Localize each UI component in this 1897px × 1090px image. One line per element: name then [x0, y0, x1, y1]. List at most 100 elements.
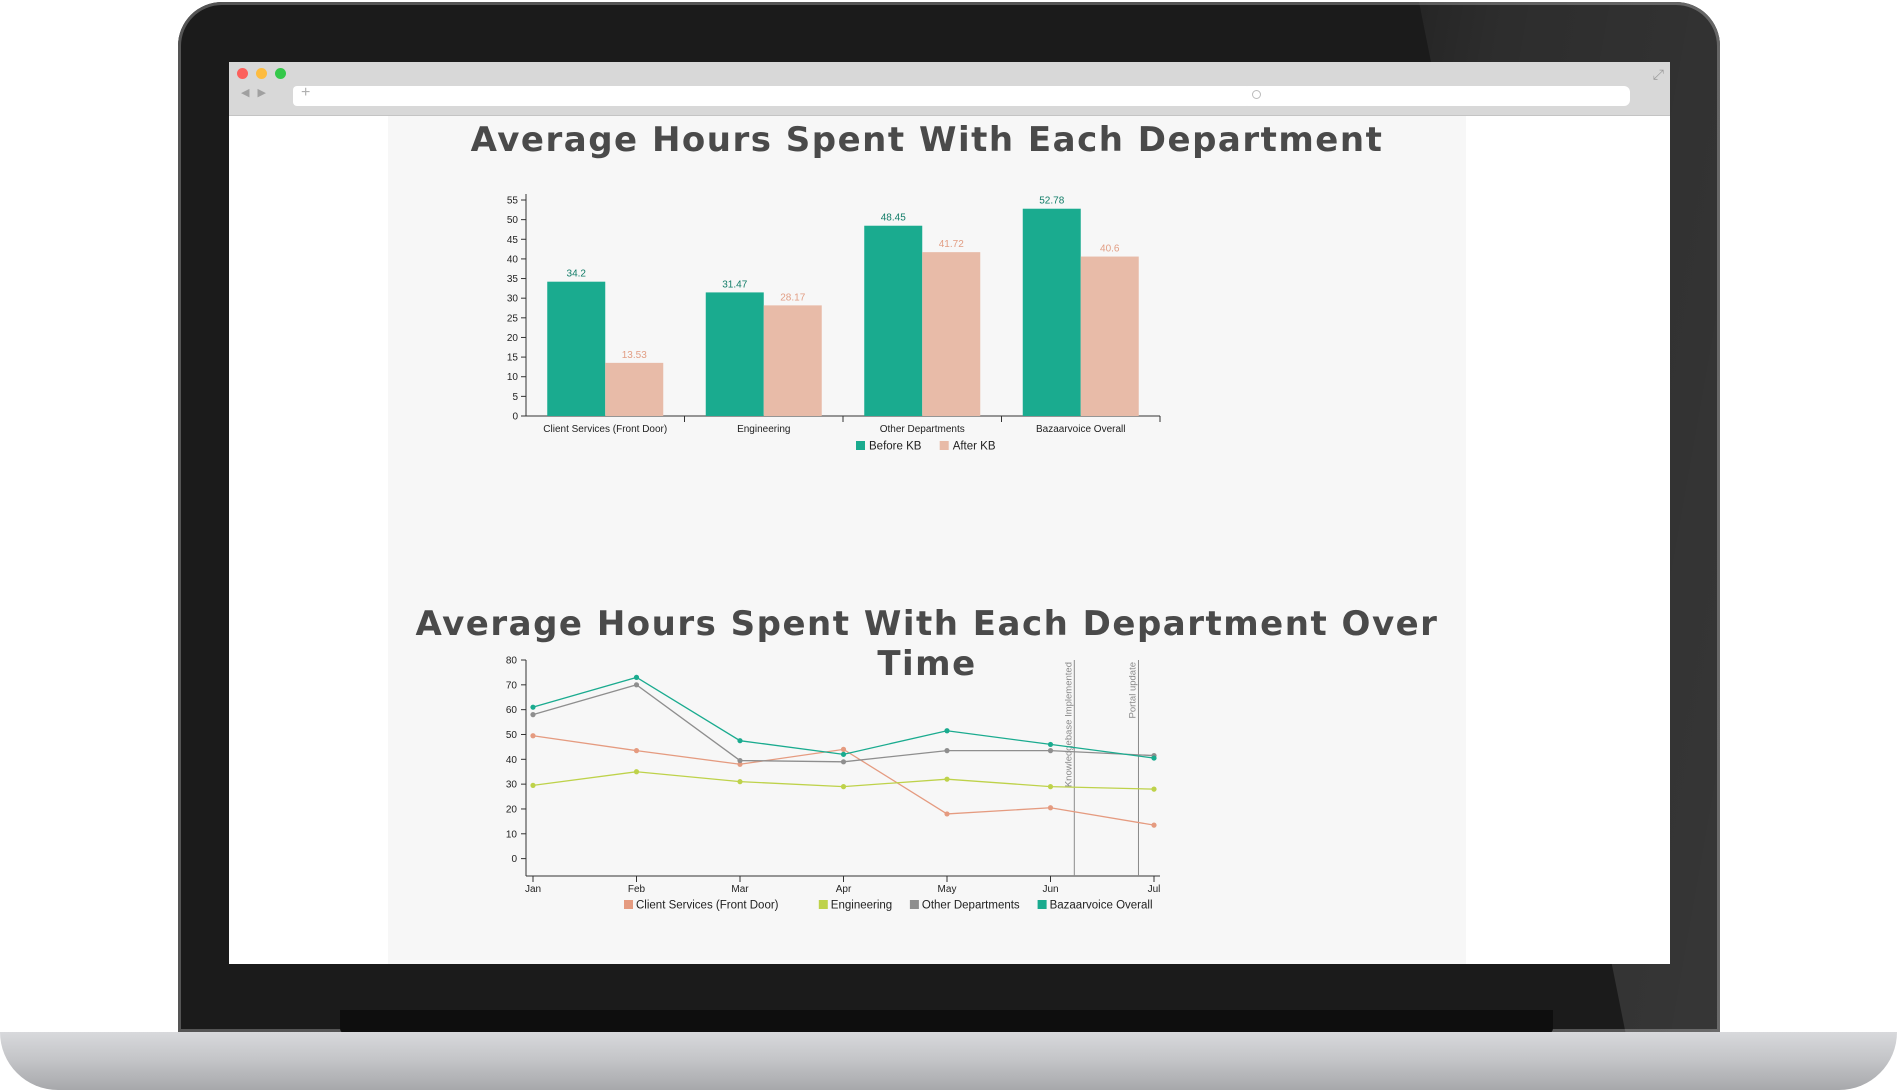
page-content: Average Hours Spent With Each Department…: [388, 116, 1466, 964]
series-line: [532, 676, 1155, 759]
data-point: [530, 733, 536, 739]
legend-swatch: [856, 441, 865, 450]
data-point: [944, 776, 950, 782]
legend-swatch: [909, 900, 919, 909]
bar: [547, 281, 606, 416]
legend-swatch: [939, 441, 949, 450]
y-tick-label: 55: [507, 196, 519, 207]
bar-data-label: 34.2: [567, 269, 587, 280]
data-point: [530, 712, 536, 718]
y-tick-label: 35: [507, 274, 519, 285]
bar: [1022, 208, 1081, 416]
y-tick-label: 80: [506, 656, 518, 667]
legend-label: Bazaarvoice Overall: [1050, 900, 1153, 912]
bar-data-label: 28.17: [780, 292, 805, 303]
data-point: [633, 674, 640, 680]
y-tick-label: 10: [507, 372, 519, 383]
y-tick-label: 70: [506, 680, 518, 691]
bar-data-label: 48.45: [881, 213, 906, 224]
data-point: [840, 746, 847, 752]
legend-label: Before KB: [869, 441, 922, 453]
laptop-hinge: [340, 1010, 1553, 1034]
x-tick-label: Client Services (Front Door): [543, 424, 667, 435]
legend-swatch: [624, 900, 633, 909]
y-tick-label: 40: [507, 254, 519, 265]
browser-search-input[interactable]: [1242, 86, 1630, 106]
x-tick-label: Jul: [1148, 884, 1161, 895]
bar-data-label: 13.53: [622, 350, 647, 361]
y-tick-label: 0: [512, 412, 518, 423]
y-tick-label: 30: [507, 294, 519, 305]
y-tick-label: 40: [506, 755, 518, 766]
y-tick-label: 15: [507, 353, 519, 364]
back-forward-arrows-icon[interactable]: ◀▶: [241, 86, 274, 99]
bar-data-label: 41.72: [939, 239, 964, 250]
x-tick-label: Engineering: [737, 424, 790, 435]
data-point: [1151, 786, 1157, 792]
data-point: [1047, 748, 1054, 754]
fullscreen-icon[interactable]: ⤢: [1653, 66, 1664, 83]
y-tick-label: 30: [506, 780, 518, 791]
bar: [763, 305, 822, 416]
y-tick-label: 20: [507, 333, 519, 344]
minimize-window-button[interactable]: [256, 68, 267, 79]
x-tick-label: Apr: [836, 884, 852, 895]
x-tick-label: May: [938, 884, 957, 895]
data-point: [1047, 741, 1054, 748]
y-tick-label: 0: [511, 854, 517, 865]
browser-toolbar: ◀▶ + ⤢: [229, 62, 1670, 116]
data-point: [944, 728, 950, 734]
legend-swatch: [1037, 900, 1047, 909]
data-point: [530, 782, 536, 788]
y-tick-label: 50: [507, 215, 519, 226]
line-chart: 0 10 20 30 40 50 60 70 80 Jan Feb Mar Apr May Jun Jul Kn…: [506, 656, 1161, 912]
bar-chart: 0 5 10 15 20 25 30 35 40 45 50 55 Client Services (F…: [507, 194, 1161, 453]
bar-data-label: 40.6: [1100, 244, 1120, 255]
x-tick-label: Other Departments: [880, 424, 965, 435]
legend-label: Other Departments: [922, 900, 1020, 912]
bar: [922, 252, 981, 416]
x-tick-label: Mar: [731, 884, 749, 895]
data-point: [737, 757, 743, 764]
x-tick-label: Jun: [1042, 884, 1058, 895]
x-tick-label: Jan: [525, 884, 541, 895]
data-point: [840, 784, 847, 790]
bar-data-label: 52.78: [1039, 196, 1064, 207]
data-point: [840, 759, 847, 765]
maximize-window-button[interactable]: [275, 68, 286, 79]
bar: [1080, 256, 1139, 416]
annotation-label: Portal update: [1127, 662, 1138, 719]
x-tick-label: Feb: [628, 884, 646, 895]
data-point: [530, 704, 536, 710]
y-tick-label: 20: [506, 804, 518, 815]
y-tick-label: 60: [506, 705, 518, 716]
bar: [605, 362, 664, 416]
legend-label: Client Services (Front Door): [636, 900, 779, 912]
data-point: [840, 751, 847, 757]
data-point: [633, 769, 640, 775]
close-window-button[interactable]: [237, 68, 248, 79]
data-point: [737, 738, 743, 744]
y-tick-label: 45: [507, 235, 519, 246]
new-tab-plus-icon[interactable]: +: [301, 84, 310, 102]
y-tick-label: 5: [512, 392, 518, 403]
data-point: [1151, 822, 1157, 828]
bar: [864, 225, 923, 416]
data-point: [737, 779, 743, 785]
legend-swatch: [818, 900, 828, 909]
laptop-base: [0, 1032, 1897, 1090]
bar-data-label: 31.47: [722, 279, 747, 290]
data-point: [1047, 805, 1054, 811]
bar: [705, 292, 764, 416]
data-point: [633, 682, 640, 688]
data-point: [944, 748, 950, 754]
y-tick-label: 10: [506, 829, 518, 840]
data-point: [633, 748, 640, 754]
bar-chart-title: Average Hours Spent With Each Department: [470, 120, 1384, 160]
browser-window: ◀▶ + ⤢ Average Hours Spent With Each Dep…: [229, 62, 1670, 964]
data-point: [1047, 784, 1054, 790]
address-bar[interactable]: +: [293, 84, 1250, 106]
data-point: [944, 811, 950, 817]
x-tick-label: Bazaarvoice Overall: [1036, 424, 1125, 435]
search-icon: [1252, 90, 1261, 99]
